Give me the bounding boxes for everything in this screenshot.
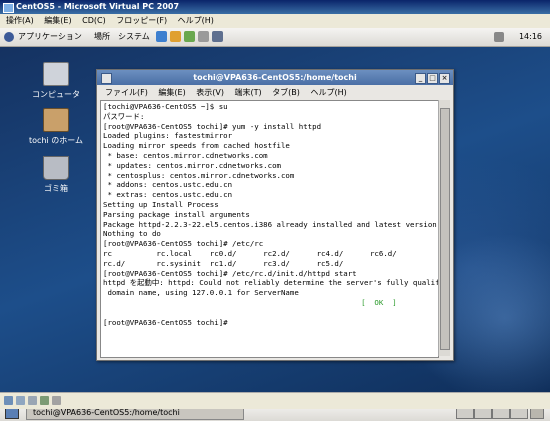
vpc-menu-cd[interactable]: CD(C) bbox=[82, 16, 106, 25]
terminal-line: * base: centos.mirror.cdnetworks.com bbox=[103, 150, 268, 160]
terminal-output[interactable]: [tochi@VPA636-CentOS5 ~]$ su パスワード: [roo… bbox=[100, 100, 439, 358]
terminal-ok-status: [ OK ] bbox=[103, 297, 397, 307]
vpc-menu-edit[interactable]: 編集(E) bbox=[44, 16, 71, 25]
terminal-line: * centosplus: centos.mirror.cdnetworks.c… bbox=[103, 170, 295, 180]
terminal-menubar: ファイル(F) 編集(E) 表示(V) 端末(T) タブ(B) ヘルプ(H) bbox=[97, 86, 453, 99]
clock[interactable]: 14:16 bbox=[519, 28, 542, 46]
home-folder-icon bbox=[43, 108, 69, 132]
vpc-menu-help[interactable]: ヘルプ(H) bbox=[178, 16, 214, 25]
terminal-menu-tabs[interactable]: タブ(B) bbox=[272, 88, 300, 97]
terminal-line: [root@VPA636-CentOS5 tochi]# yum -y inst… bbox=[103, 121, 322, 131]
terminal-line: Parsing package install arguments bbox=[103, 209, 250, 219]
terminal-menu-terminal[interactable]: 端末(T) bbox=[235, 88, 262, 97]
vpc-titlebar[interactable]: CentOS5 - Microsoft Virtual PC 2007 bbox=[0, 0, 550, 14]
window-menu-icon[interactable] bbox=[101, 73, 112, 84]
virtual-pc-icon bbox=[3, 3, 14, 13]
desktop-icon-home[interactable]: tochi のホーム bbox=[26, 108, 86, 146]
terminal-line: パスワード: bbox=[103, 111, 145, 121]
terminal-line: * updates: centos.mirror.cdnetworks.com bbox=[103, 160, 281, 170]
applications-menu[interactable]: アプリケーション bbox=[18, 28, 82, 46]
volume-icon[interactable] bbox=[494, 32, 504, 42]
top-panel: アプリケーション 場所 システム 14:16 bbox=[0, 28, 550, 47]
terminal-window[interactable]: tochi@VPA636-CentOS5:/home/tochi _ □ × フ… bbox=[96, 69, 454, 361]
terminal-line: Nothing to do bbox=[103, 229, 161, 239]
terminal-line: rc rc.local rc0.d/ rc2.d/ rc4.d/ rc6.d/ bbox=[103, 248, 397, 258]
vpc-menu-action[interactable]: 操作(A) bbox=[6, 16, 34, 25]
vpc-statusbar bbox=[0, 392, 550, 409]
terminal-menu-help[interactable]: ヘルプ(H) bbox=[310, 88, 346, 97]
minimize-icon[interactable]: _ bbox=[415, 73, 426, 84]
terminal-line: domain name, using 127.0.0.1 for ServerN… bbox=[103, 288, 299, 298]
desktop-icon-label: コンピュータ bbox=[32, 90, 80, 99]
desktop-icon-computer[interactable]: コンピュータ bbox=[26, 62, 86, 100]
places-menu[interactable]: 場所 bbox=[94, 28, 110, 46]
computer-icon bbox=[43, 62, 69, 86]
vpc-menubar: 操作(A) 編集(E) CD(C) フロッピー(F) ヘルプ(H) bbox=[0, 14, 550, 28]
desktop: アプリケーション 場所 システム 14:16 コンピュータ tochi のホーム… bbox=[0, 28, 550, 421]
terminal-line: * extras: centos.ustc.edu.cn bbox=[103, 190, 233, 200]
taskbar-item-label: tochi@VPA636-CentOS5:/home/tochi bbox=[33, 408, 180, 417]
network-icon[interactable] bbox=[40, 396, 49, 405]
desktop-icon-label: ゴミ箱 bbox=[44, 184, 68, 193]
terminal-line: [root@VPA636-CentOS5 tochi]# bbox=[103, 317, 228, 327]
browser-launcher-icon[interactable] bbox=[156, 31, 167, 42]
terminal-menu-file[interactable]: ファイル(F) bbox=[105, 88, 148, 97]
terminal-title: tochi@VPA636-CentOS5:/home/tochi bbox=[193, 73, 357, 82]
cd-drive-icon[interactable] bbox=[16, 396, 25, 405]
trash-icon bbox=[43, 156, 69, 180]
terminal-line: Package httpd-2.2.3-22.el5.centos.i386 a… bbox=[103, 219, 437, 229]
terminal-line: rc.d/ rc.sysinit rc1.d/ rc3.d/ rc5.d/ bbox=[103, 258, 344, 268]
terminal-line: [root@VPA636-CentOS5 tochi]# /etc/rc.d/i… bbox=[103, 268, 357, 278]
terminal-titlebar[interactable]: tochi@VPA636-CentOS5:/home/tochi _ □ × bbox=[97, 70, 453, 85]
pencil-launcher-icon[interactable] bbox=[198, 31, 209, 42]
system-menu[interactable]: システム bbox=[118, 28, 150, 46]
document-launcher-icon[interactable] bbox=[212, 31, 223, 42]
vpc-window-title: CentOS5 - Microsoft Virtual PC 2007 bbox=[16, 2, 180, 11]
desktop-icon-label: tochi のホーム bbox=[28, 136, 84, 145]
desktop-icon-trash[interactable]: ゴミ箱 bbox=[26, 156, 86, 194]
terminal-menu-view[interactable]: 表示(V) bbox=[196, 88, 224, 97]
terminal-line: Loading mirror speeds from cached hostfi… bbox=[103, 141, 290, 151]
gnome-foot-icon bbox=[4, 32, 14, 42]
terminal-line: [root@VPA636-CentOS5 tochi]# /etc/rc bbox=[103, 239, 264, 249]
terminal-line: Setting up Install Process bbox=[103, 199, 219, 209]
terminal-line: Loaded plugins: fastestmirror bbox=[103, 131, 233, 141]
terminal-line: httpd を起動中: httpd: Could not reliably de… bbox=[103, 278, 439, 288]
hard-disk-icon[interactable] bbox=[4, 396, 13, 405]
vpc-menu-floppy[interactable]: フロッピー(F) bbox=[116, 16, 167, 25]
terminal-line: [tochi@VPA636-CentOS5 ~]$ su bbox=[103, 102, 228, 111]
maximize-icon[interactable]: □ bbox=[427, 73, 438, 84]
notes-launcher-icon[interactable] bbox=[184, 31, 195, 42]
terminal-line: * addons: centos.ustc.edu.cn bbox=[103, 180, 233, 190]
terminal-scrollbar[interactable] bbox=[438, 100, 450, 356]
scrollbar-thumb[interactable] bbox=[440, 108, 450, 350]
mail-launcher-icon[interactable] bbox=[170, 31, 181, 42]
terminal-menu-edit[interactable]: 編集(E) bbox=[158, 88, 185, 97]
shared-folder-icon[interactable] bbox=[52, 396, 61, 405]
close-icon[interactable]: × bbox=[439, 73, 450, 84]
floppy-icon[interactable] bbox=[28, 396, 37, 405]
